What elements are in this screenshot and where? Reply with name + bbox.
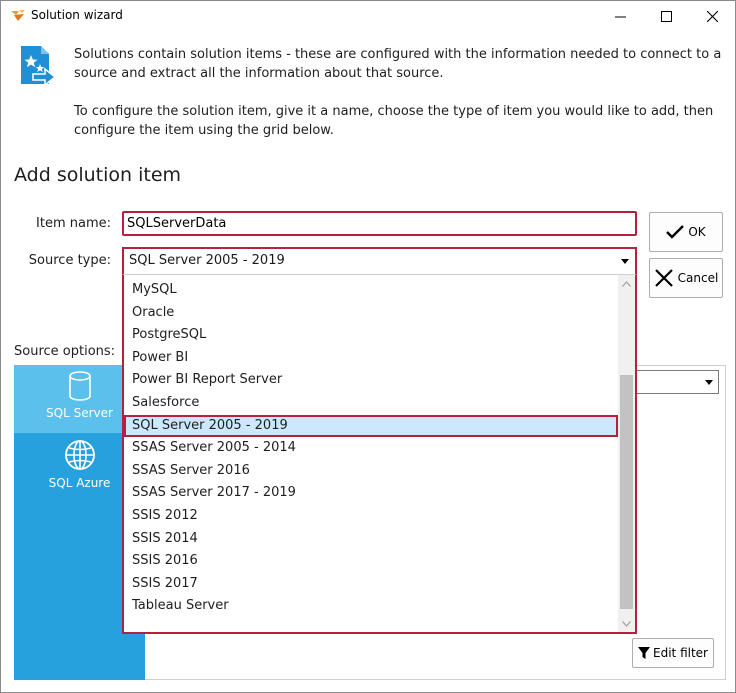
maximize-icon (660, 11, 672, 22)
ok-button[interactable]: OK (649, 212, 723, 252)
source-type-dropdown: MySQL Oracle PostgreSQL Power BI Power BI Re… (122, 274, 637, 634)
ok-button-label: OK (688, 225, 706, 239)
dropdown-option[interactable]: SSAS Server 2016 (124, 460, 618, 483)
cross-icon (654, 269, 673, 287)
globe-icon (64, 440, 95, 470)
source-tile-label: SQL Azure (48, 476, 111, 490)
close-icon (706, 11, 718, 22)
section-title: Add solution item (14, 164, 182, 186)
app-logo-icon (11, 10, 25, 21)
source-type-label: Source type: (28, 253, 111, 268)
dropdown-scrollbar[interactable] (618, 275, 635, 632)
info-paragraph-2: To configure the solution item, give it … (74, 104, 714, 138)
dropdown-option[interactable]: PostgreSQL (124, 324, 618, 347)
source-type-select[interactable]: SQL Server 2005 - 2019 (122, 247, 637, 274)
item-name-input[interactable] (122, 211, 637, 236)
dropdown-option[interactable]: SSAS Server 2017 - 2019 (124, 482, 618, 505)
source-tile-label: SQL Server (46, 406, 113, 420)
info-paragraph-1: Solutions contain solution items - these… (74, 47, 722, 81)
close-button[interactable] (689, 1, 735, 32)
chevron-down-icon (705, 380, 713, 385)
chevron-down-icon (621, 259, 629, 264)
dropdown-option[interactable]: SQL Server 2005 - 2019 (124, 414, 618, 438)
info-text: Solutions contain solution items - these… (74, 45, 724, 159)
source-type-value: SQL Server 2005 - 2019 (129, 253, 285, 268)
cancel-button-label: Cancel (677, 271, 719, 285)
dropdown-option[interactable]: SSIS 2014 (124, 528, 618, 551)
dropdown-option[interactable]: SSIS 2017 (124, 573, 618, 596)
dropdown-option[interactable]: Tableau Server (124, 595, 618, 618)
title-bar[interactable]: Solution wizard (1, 1, 735, 32)
scroll-thumb[interactable] (620, 375, 633, 609)
dropdown-list: MySQL Oracle PostgreSQL Power BI Power BI Re… (124, 279, 618, 618)
dropdown-option[interactable]: SSAS Server 2005 - 2014 (124, 437, 618, 460)
dropdown-option[interactable]: Power BI Report Server (124, 369, 618, 392)
maximize-button[interactable] (643, 1, 689, 32)
edit-filter-label: Edit filter (653, 646, 708, 660)
chevron-down-icon (622, 620, 631, 627)
dropdown-option[interactable]: Power BI (124, 347, 618, 370)
window-title: Solution wizard (31, 8, 123, 22)
checkmark-icon (666, 225, 685, 239)
dropdown-option[interactable]: SSIS 2016 (124, 550, 618, 573)
dropdown-option[interactable]: Oracle (124, 302, 618, 325)
filter-icon (638, 646, 651, 659)
database-icon (68, 371, 91, 401)
dropdown-option[interactable]: MySQL (124, 279, 618, 302)
source-options-label: Source options: (14, 344, 116, 359)
dropdown-option[interactable]: Salesforce (124, 392, 618, 415)
edit-filter-button[interactable]: Edit filter (632, 638, 714, 668)
solution-file-icon (21, 46, 57, 87)
minimize-icon (614, 16, 626, 18)
scroll-down-arrow[interactable] (618, 615, 635, 632)
dropdown-option[interactable]: SSIS 2012 (124, 505, 618, 528)
solution-wizard-window: Solution wizard Solutions contain soluti… (0, 0, 736, 693)
cancel-button[interactable]: Cancel (649, 258, 723, 298)
minimize-button[interactable] (597, 1, 643, 32)
scroll-up-arrow[interactable] (618, 275, 635, 292)
chevron-up-icon (622, 280, 631, 287)
item-name-label: Item name: (36, 216, 111, 231)
